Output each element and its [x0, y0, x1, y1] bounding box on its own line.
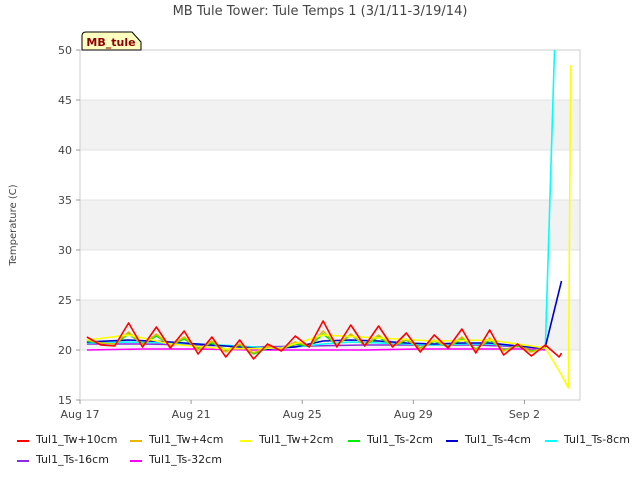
- site-badge: MB_tule: [81, 31, 142, 51]
- x-tick-label: Sep 2: [509, 408, 540, 421]
- plot-band: [80, 350, 580, 400]
- y-tick-label: 30: [58, 244, 72, 257]
- y-tick-label: 40: [58, 144, 72, 157]
- legend-swatch: [348, 440, 360, 442]
- legend-swatch: [446, 440, 458, 442]
- plot-band: [80, 50, 580, 100]
- x-tick-label: Aug 21: [172, 408, 211, 421]
- plot-band: [80, 200, 580, 250]
- legend-label: Tul1_Ts-32cm: [149, 453, 222, 466]
- x-tick-label: Aug 25: [283, 408, 322, 421]
- y-tick-label: 50: [58, 44, 72, 57]
- x-tick-label: Aug 29: [394, 408, 433, 421]
- legend-label: Tul1_Tw+4cm: [149, 433, 224, 446]
- plot-bands: [80, 50, 580, 400]
- y-axis-label: Temperature (C): [8, 184, 19, 266]
- y-tick-label: 20: [58, 344, 72, 357]
- legend-swatch: [130, 440, 142, 442]
- legend-swatch: [17, 460, 29, 462]
- legend-swatch: [545, 440, 557, 442]
- legend-swatch: [130, 460, 142, 462]
- chart: MB Tule Tower: Tule Temps 1 (3/1/11-3/19…: [8, 4, 581, 421]
- legend-swatch: [17, 440, 29, 442]
- legend-label: Tul1_Tw+2cm: [259, 433, 334, 446]
- x-tick-label: Aug 17: [61, 408, 100, 421]
- legend-swatch: [240, 440, 252, 442]
- legend-label: Tul1_Tw+10cm: [36, 433, 118, 446]
- x-axis: Aug 17 Aug 21 Aug 25 Aug 29 Sep 2: [61, 400, 540, 421]
- legend-label: Tul1_Ts-8cm: [564, 433, 630, 446]
- site-badge-label: MB_tule: [86, 36, 135, 49]
- legend-label: Tul1_Ts-2cm: [367, 433, 433, 446]
- y-tick-label: 45: [58, 94, 72, 107]
- y-tick-label: 25: [58, 294, 72, 307]
- plot-band: [80, 100, 580, 150]
- legend-label: Tul1_Ts-16cm: [36, 453, 109, 466]
- legend-label: Tul1_Ts-4cm: [465, 433, 531, 446]
- y-tick-label: 35: [58, 194, 72, 207]
- plot-band: [80, 150, 580, 200]
- plot-band: [80, 250, 580, 300]
- chart-title: MB Tule Tower: Tule Temps 1 (3/1/11-3/19…: [173, 4, 468, 19]
- y-tick-label: 15: [58, 394, 72, 407]
- y-axis: 15 20 25 30 35 40 45 50: [58, 44, 80, 407]
